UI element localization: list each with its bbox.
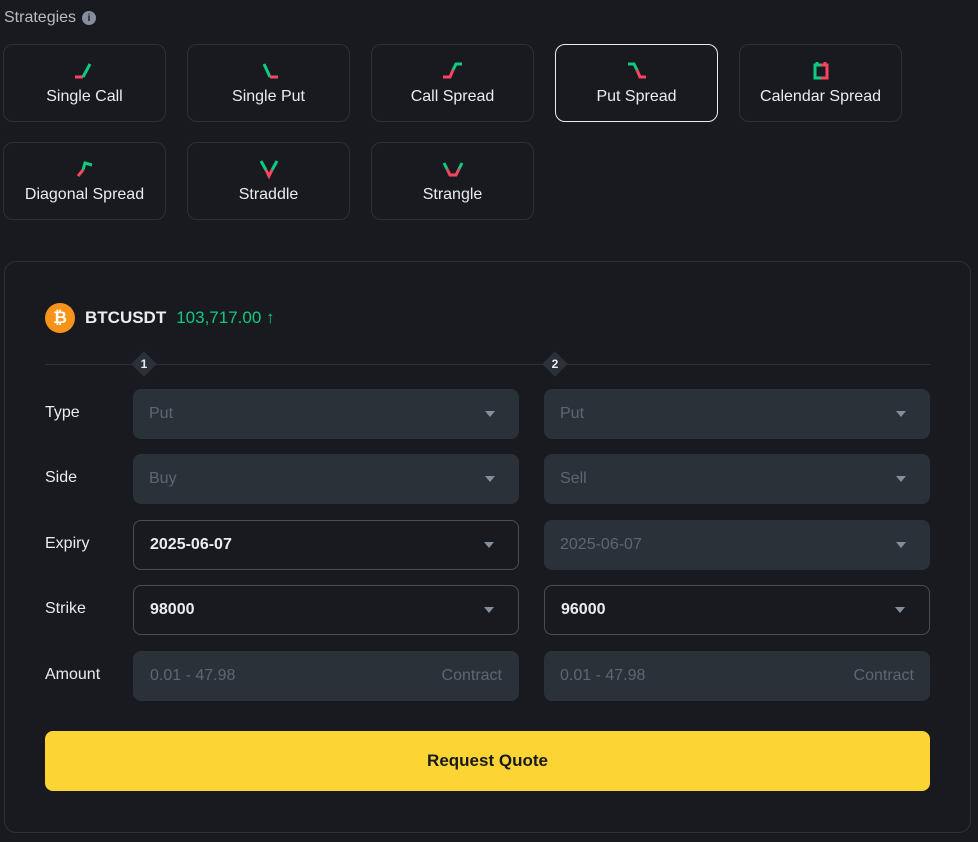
straddle-icon [256, 158, 282, 180]
bitcoin-icon: ₿ [45, 303, 75, 333]
value: Put [560, 405, 584, 423]
caret-down-icon [484, 542, 494, 548]
info-icon[interactable]: i [82, 11, 96, 25]
caret-down-icon [485, 476, 495, 482]
leg2-strike-select[interactable]: 96000 [544, 585, 930, 635]
strategy-label: Strangle [423, 186, 483, 204]
ticker-header: ₿ BTCUSDT 103,717.00 ↑ [45, 303, 275, 333]
leg2-expiry-select[interactable]: 2025-06-07 [544, 520, 930, 570]
leg1-type-select[interactable]: Put [133, 389, 519, 439]
strategy-single-put[interactable]: Single Put [187, 44, 350, 122]
value: Put [149, 405, 173, 423]
amount-label: Amount [45, 666, 100, 684]
value: Sell [560, 470, 587, 488]
leg-divider [45, 364, 930, 365]
caret-down-icon [896, 542, 906, 548]
strangle-icon [440, 158, 466, 180]
strategy-diagonal-spread[interactable]: Diagonal Spread [3, 142, 166, 220]
strategy-label: Single Put [232, 88, 305, 106]
leg1-expiry-select[interactable]: 2025-06-07 [133, 520, 519, 570]
strategies-label: Strategies [4, 9, 76, 27]
strategy-call-spread[interactable]: Call Spread [371, 44, 534, 122]
strategy-calendar-spread[interactable]: Calendar Spread [739, 44, 902, 122]
call-spread-icon [440, 60, 466, 82]
strategy-put-spread[interactable]: Put Spread [555, 44, 718, 122]
caret-down-icon [896, 476, 906, 482]
unit-label: Contract [854, 667, 914, 685]
value: Buy [149, 470, 177, 488]
diagonal-spread-icon [72, 158, 98, 180]
strategy-label: Calendar Spread [760, 88, 881, 106]
value: 2025-06-07 [150, 536, 232, 554]
leg1-side-select[interactable]: Buy [133, 454, 519, 504]
amount-placeholder: 0.01 - 47.98 [560, 667, 645, 685]
ticker-price: 103,717.00 ↑ [176, 308, 274, 328]
strategy-label: Diagonal Spread [25, 186, 144, 204]
side-label: Side [45, 469, 77, 487]
caret-down-icon [485, 411, 495, 417]
strategy-straddle[interactable]: Straddle [187, 142, 350, 220]
strike-label: Strike [45, 600, 86, 618]
leg1-strike-select[interactable]: 98000 [133, 585, 519, 635]
leg1-amount-input[interactable]: 0.01 - 47.98 Contract [133, 651, 519, 701]
strategy-label: Call Spread [411, 88, 495, 106]
strategy-label: Put Spread [596, 88, 676, 106]
single-call-icon [72, 60, 98, 82]
expiry-label: Expiry [45, 535, 89, 553]
value: 2025-06-07 [560, 536, 642, 554]
strategy-label: Single Call [46, 88, 122, 106]
value: 98000 [150, 601, 195, 619]
leg-number: 2 [546, 355, 564, 373]
ticker-symbol: BTCUSDT [85, 308, 166, 328]
value: 96000 [561, 601, 606, 619]
caret-down-icon [895, 607, 905, 613]
type-label: Type [45, 404, 80, 422]
leg2-amount-input[interactable]: 0.01 - 47.98 Contract [544, 651, 930, 701]
unit-label: Contract [442, 667, 502, 685]
caret-down-icon [484, 607, 494, 613]
strategy-label: Straddle [239, 186, 299, 204]
strategy-single-call[interactable]: Single Call [3, 44, 166, 122]
leg2-side-select[interactable]: Sell [544, 454, 930, 504]
request-quote-button[interactable]: Request Quote [45, 731, 930, 791]
calendar-spread-icon [808, 60, 834, 82]
leg2-type-select[interactable]: Put [544, 389, 930, 439]
leg-number: 1 [135, 355, 153, 373]
put-spread-icon [624, 60, 650, 82]
caret-down-icon [896, 411, 906, 417]
single-put-icon [256, 60, 282, 82]
arrow-up-icon: ↑ [266, 308, 275, 327]
strategy-strangle[interactable]: Strangle [371, 142, 534, 220]
amount-placeholder: 0.01 - 47.98 [150, 667, 235, 685]
price-value: 103,717.00 [176, 308, 261, 327]
strategies-title: Strategies i [4, 9, 96, 27]
